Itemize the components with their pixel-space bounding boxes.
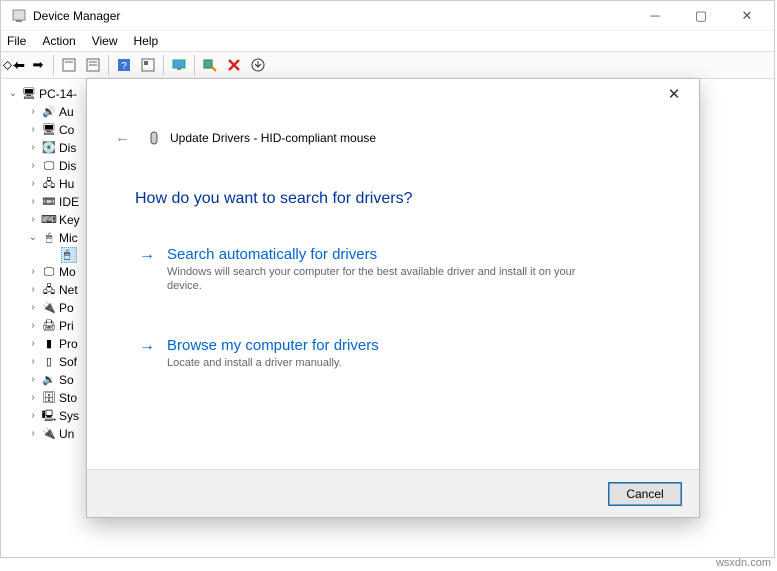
menu-view[interactable]: View <box>92 34 118 48</box>
device-icon: 🖧 <box>41 176 57 192</box>
device-icon: 📼 <box>41 194 57 210</box>
dialog-title: Update Drivers - HID-compliant mouse <box>170 131 376 145</box>
toolbar-icon-4[interactable] <box>137 54 159 76</box>
tree-item-label: Sof <box>59 353 77 371</box>
delete-icon[interactable] <box>223 54 245 76</box>
expand-icon[interactable]: › <box>27 353 39 371</box>
dialog-footer: Cancel <box>87 469 699 517</box>
expand-icon[interactable]: › <box>27 371 39 389</box>
option-browse-computer[interactable]: → Browse my computer for drivers Locate … <box>135 327 649 404</box>
collapse-icon[interactable]: ⌄ <box>7 85 19 103</box>
option-title: Browse my computer for drivers <box>167 337 379 354</box>
tree-item-label: Dis <box>59 139 76 157</box>
tree-item-label: Pri <box>59 317 74 335</box>
arrow-icon: → <box>139 337 155 355</box>
tree-item-label: Mic <box>59 229 78 247</box>
menu-help[interactable]: Help <box>134 34 159 48</box>
device-icon: ⌨ <box>41 212 57 228</box>
device-icon: 🖥 <box>41 122 57 138</box>
device-icon: 🔊 <box>41 104 57 120</box>
window-title: Device Manager <box>33 9 632 23</box>
tree-item-label: Co <box>59 121 74 139</box>
option-title: Search automatically for drivers <box>167 246 587 263</box>
watermark: wsxdn.com <box>716 557 771 569</box>
svg-text:?: ? <box>121 61 127 72</box>
device-icon: 🖵 <box>41 158 57 174</box>
expand-icon[interactable]: › <box>27 211 39 229</box>
tree-item-label: Hu <box>59 175 74 193</box>
device-icon: 🖧 <box>41 282 57 298</box>
expand-icon[interactable]: ⌄ <box>27 229 39 247</box>
device-icon: 🖳 <box>41 408 57 424</box>
tree-item-label: Dis <box>59 157 76 175</box>
menubar: File Action View Help <box>1 31 774 51</box>
tree-item-label: Net <box>59 281 78 299</box>
device-icon: 🔌 <box>41 426 57 442</box>
menu-action[interactable]: Action <box>42 34 75 48</box>
update-drivers-dialog: ✕ ← Update Drivers - HID-compliant mouse… <box>86 78 700 518</box>
tree-item-label: Key <box>59 211 80 229</box>
expand-icon[interactable]: › <box>27 281 39 299</box>
tree-item-label: Pro <box>59 335 78 353</box>
expand-icon[interactable]: › <box>27 263 39 281</box>
toolbar-icon-2[interactable] <box>82 54 104 76</box>
dialog-header: ← Update Drivers - HID-compliant mouse <box>87 79 699 146</box>
tree-item-label: Mo <box>59 263 76 281</box>
expand-icon[interactable]: › <box>27 335 39 353</box>
tree-item-label: Au <box>59 103 74 121</box>
menu-file[interactable]: File <box>7 34 26 48</box>
back-icon[interactable]: ⬦⬅ <box>3 54 25 76</box>
option-search-automatically[interactable]: → Search automatically for drivers Windo… <box>135 236 649 327</box>
toolbar: ⬦⬅ ➡ ? <box>1 51 774 79</box>
tree-item-label: Po <box>59 299 74 317</box>
option-desc: Locate and install a driver manually. <box>167 356 379 370</box>
toolbar-icon-1[interactable] <box>58 54 80 76</box>
device-icon: 🗄 <box>41 390 57 406</box>
dialog-close-button[interactable]: ✕ <box>659 85 689 109</box>
titlebar: Device Manager ─ ▢ ✕ <box>1 1 774 31</box>
tree-item-label: Sto <box>59 389 77 407</box>
expand-icon[interactable]: › <box>27 157 39 175</box>
expand-icon[interactable]: › <box>27 175 39 193</box>
arrow-icon: → <box>139 246 155 264</box>
expand-icon[interactable]: › <box>27 317 39 335</box>
device-icon: 🔉 <box>41 372 57 388</box>
update-icon[interactable] <box>247 54 269 76</box>
computer-icon: 🖥 <box>21 86 37 102</box>
device-icon: 🖱 <box>61 247 77 263</box>
forward-icon[interactable]: ➡ <box>27 54 49 76</box>
expand-icon[interactable]: › <box>27 103 39 121</box>
minimize-button[interactable]: ─ <box>632 2 678 30</box>
expand-icon[interactable]: › <box>27 407 39 425</box>
device-icon: 🖨 <box>41 318 57 334</box>
app-icon <box>11 8 27 24</box>
expand-icon[interactable]: › <box>27 425 39 443</box>
expand-icon[interactable]: › <box>27 299 39 317</box>
tree-root-label: PC-14- <box>39 85 77 103</box>
expand-icon[interactable]: › <box>27 193 39 211</box>
maximize-button[interactable]: ▢ <box>678 2 724 30</box>
tree-item-label: IDE <box>59 193 79 211</box>
tree-item-label: So <box>59 371 74 389</box>
monitor-icon[interactable] <box>168 54 190 76</box>
device-icon: 💽 <box>41 140 57 156</box>
close-button[interactable]: ✕ <box>724 2 770 30</box>
device-icon: ▯ <box>41 354 57 370</box>
expand-icon[interactable]: › <box>27 121 39 139</box>
device-icon: 🔌 <box>41 300 57 316</box>
device-icon: 🖱 <box>41 230 57 246</box>
expand-icon[interactable]: › <box>27 389 39 407</box>
device-icon: ▮ <box>41 336 57 352</box>
mouse-icon <box>146 130 162 146</box>
cancel-button[interactable]: Cancel <box>609 483 681 505</box>
option-desc: Windows will search your computer for th… <box>167 265 587 293</box>
tree-item-label: Un <box>59 425 74 443</box>
help-icon[interactable]: ? <box>113 54 135 76</box>
back-arrow-icon[interactable]: ← <box>115 129 138 146</box>
device-icon: 🖵 <box>41 264 57 280</box>
expand-icon[interactable]: › <box>27 139 39 157</box>
dialog-question: How do you want to search for drivers? <box>135 190 649 208</box>
scan-icon[interactable] <box>199 54 221 76</box>
tree-item-label: Sys <box>59 407 79 425</box>
